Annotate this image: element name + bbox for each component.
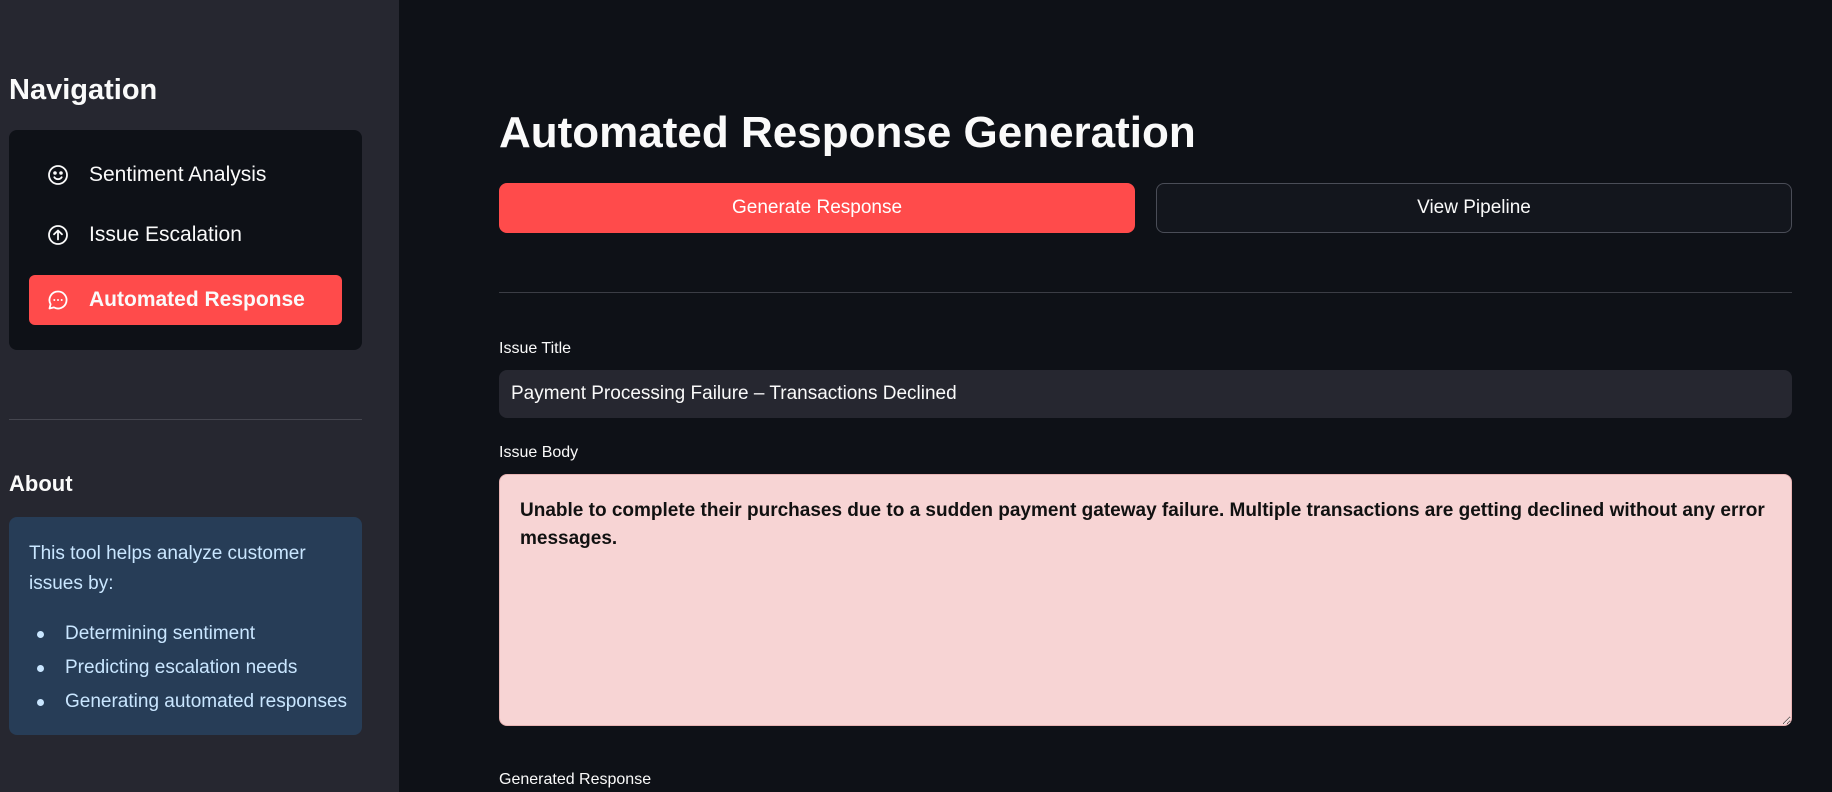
about-list-item: Predicting escalation needs — [29, 651, 347, 685]
nav-item-label: Automated Response — [89, 288, 305, 311]
about-heading: About — [9, 471, 73, 496]
nav-item-sentiment-analysis[interactable]: Sentiment Analysis — [29, 150, 342, 200]
arrow-up-circle-icon — [45, 222, 71, 248]
nav-item-label: Sentiment Analysis — [89, 163, 267, 186]
about-list-item: Generating automated responses — [29, 685, 347, 719]
issue-body-label: Issue Body — [499, 444, 579, 461]
nav-heading: Navigation — [9, 74, 158, 106]
sidebar-divider — [9, 419, 362, 420]
nav-menu: Sentiment Analysis Issue Escalation Auto… — [9, 130, 362, 350]
view-pipeline-button[interactable]: View Pipeline — [1156, 183, 1792, 233]
generate-response-button[interactable]: Generate Response — [499, 183, 1135, 233]
issue-title-label: Issue Title — [499, 340, 572, 357]
issue-title-input[interactable] — [499, 370, 1792, 418]
issue-body-textarea[interactable]: Unable to complete their purchases due t… — [499, 474, 1792, 726]
chat-bubble-icon — [45, 287, 71, 313]
about-list: Determining sentiment Predicting escalat… — [29, 617, 347, 719]
sidebar: Navigation Sentiment Analysis Issue Esca… — [0, 0, 399, 792]
about-info-box: This tool helps analyze customer issues … — [9, 517, 362, 735]
nav-item-automated-response[interactable]: Automated Response — [29, 275, 342, 325]
page-title: Automated Response Generation — [499, 108, 1196, 157]
smile-icon — [45, 162, 71, 188]
about-intro: This tool helps analyze customer issues … — [29, 543, 306, 594]
generated-response-label: Generated Response — [499, 771, 652, 788]
nav-item-issue-escalation[interactable]: Issue Escalation — [29, 210, 342, 260]
main-divider — [499, 292, 1792, 293]
about-list-item: Determining sentiment — [29, 617, 347, 651]
nav-item-label: Issue Escalation — [89, 223, 242, 246]
